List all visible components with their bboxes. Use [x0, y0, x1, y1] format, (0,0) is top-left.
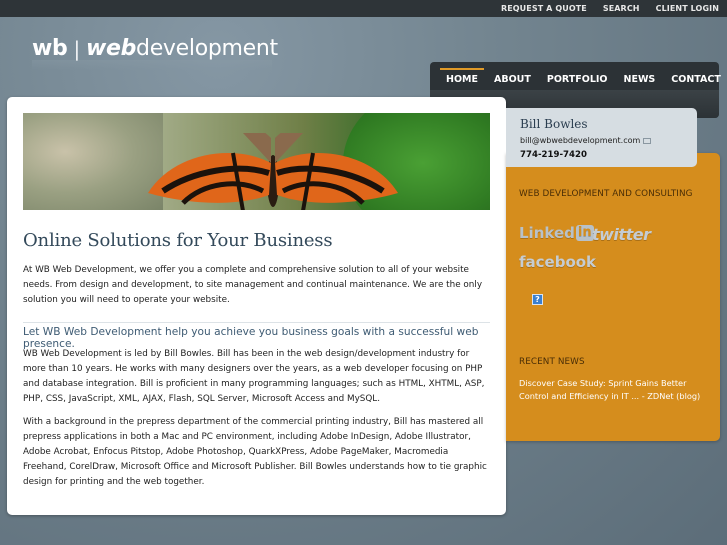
hero-butterfly-image — [23, 113, 490, 210]
page-title: Online Solutions for Your Business — [23, 230, 333, 251]
sidebar-heading: WEB DEVELOPMENT AND CONSULTING — [519, 189, 693, 199]
contact-name: Bill Bowles — [520, 117, 588, 131]
sidebar: WEB DEVELOPMENT AND CONSULTING Linked in … — [506, 153, 720, 441]
nav-contact[interactable]: CONTACT — [663, 70, 727, 90]
nav-portfolio[interactable]: PORTFOLIO — [539, 70, 616, 90]
background-paragraph: With a background in the prepress depart… — [23, 417, 487, 487]
linkedin-text: Linked — [519, 224, 575, 242]
help-icon[interactable]: ? — [532, 294, 543, 305]
logo-wb: wb — [32, 36, 68, 61]
request-quote-link[interactable]: REQUEST A QUOTE — [501, 4, 587, 13]
linkedin-icon[interactable]: Linked in — [519, 224, 594, 242]
intro-paragraph: At WB Web Development, we offer you a co… — [23, 265, 483, 305]
hero-background-blur — [23, 113, 163, 210]
top-utility-bar: REQUEST A QUOTE SEARCH CLIENT LOGIN — [0, 0, 727, 17]
contact-email[interactable]: bill@wbwebdevelopment.com — [520, 136, 652, 145]
contact-phone: 774-219-7420 — [520, 150, 587, 160]
butterfly-graphic — [148, 133, 398, 210]
logo-development: development — [136, 36, 278, 61]
logo-separator: | — [73, 36, 80, 61]
nav-bar: HOME ABOUT PORTFOLIO NEWS CONTACT — [430, 68, 721, 90]
search-link[interactable]: SEARCH — [603, 4, 640, 13]
logo-web: web — [85, 36, 137, 61]
logo-reflection — [32, 60, 272, 70]
envelope-icon — [643, 137, 652, 144]
main-content-panel: Online Solutions for Your Business At WB… — [7, 97, 506, 515]
nav-home[interactable]: HOME — [438, 68, 486, 90]
site-logo[interactable]: wb | web development — [32, 36, 278, 61]
about-paragraph: WB Web Development is led by Bill Bowles… — [23, 349, 485, 404]
content-divider — [23, 322, 490, 323]
news-item-link[interactable]: Discover Case Study: Sprint Gains Better… — [519, 377, 711, 402]
twitter-icon[interactable]: twitter — [592, 225, 651, 244]
contact-email-text: bill@wbwebdevelopment.com — [520, 136, 641, 145]
recent-news-heading: RECENT NEWS — [519, 357, 585, 367]
linkedin-in-box: in — [575, 225, 594, 241]
contact-card: Bill Bowles bill@wbwebdevelopment.com 77… — [506, 108, 697, 167]
nav-about[interactable]: ABOUT — [486, 70, 539, 90]
client-login-link[interactable]: CLIENT LOGIN — [656, 4, 719, 13]
facebook-icon[interactable]: facebook — [519, 253, 596, 271]
nav-news[interactable]: NEWS — [616, 70, 664, 90]
